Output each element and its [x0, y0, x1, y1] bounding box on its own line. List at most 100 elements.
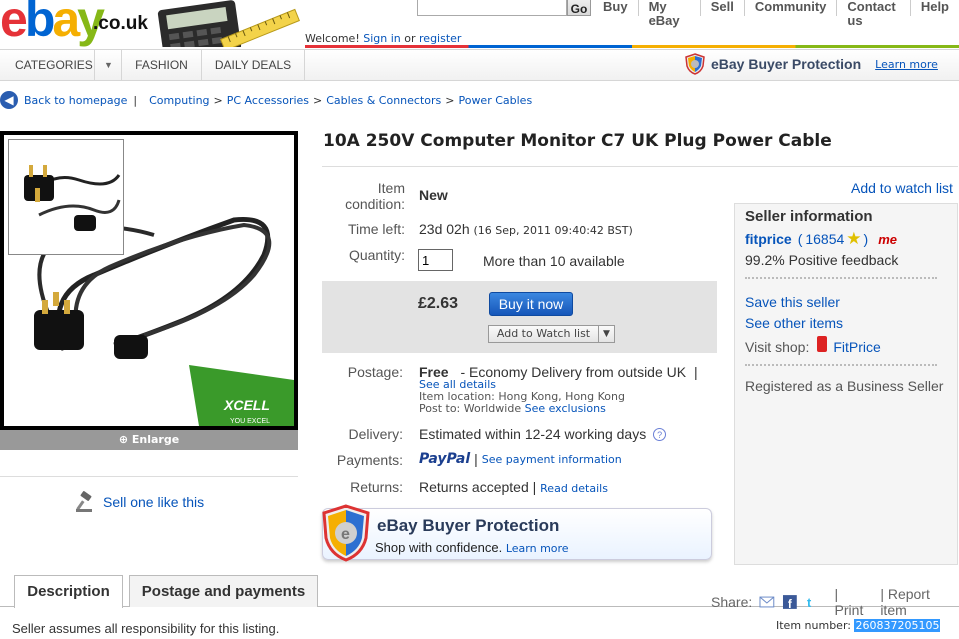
product-thumbnail[interactable]	[8, 139, 124, 255]
me-badge-icon[interactable]: me	[878, 232, 897, 247]
breadcrumb-item-cables-connectors[interactable]: Cables & Connectors	[326, 94, 441, 107]
shop-name-link[interactable]: FitPrice	[833, 339, 880, 355]
buyer-protection-header: eBay Buyer Protection Learn more	[685, 53, 938, 75]
tab-postage-payments[interactable]: Postage and payments	[129, 575, 318, 607]
daily-deals-tab[interactable]: DAILY DEALS	[202, 50, 305, 80]
enlarge-button[interactable]: ⊕ Enlarge	[0, 430, 298, 450]
tab-description[interactable]: Description	[14, 575, 123, 608]
buyer-protection-learn-more[interactable]: Learn more	[875, 58, 938, 71]
delivery-label: Delivery:	[348, 426, 403, 442]
shop-with-confidence: Shop with confidence.	[375, 540, 503, 555]
magnifier-icon: ⊕	[118, 433, 129, 446]
postage-details: See all details Item location: Hong Kong…	[419, 379, 625, 415]
nav-my-ebay[interactable]: My eBay	[637, 0, 700, 28]
thumbnail-image	[24, 165, 121, 231]
buyer-protection-label: eBay Buyer Protection	[711, 56, 862, 72]
welcome-message: Welcome! Sign in or register	[305, 32, 461, 45]
condition-label: Item condition:	[320, 180, 405, 212]
see-payment-info-link[interactable]: See payment information	[482, 453, 622, 466]
delivery-value: Estimated within 12-24 working days	[419, 426, 647, 442]
print-link[interactable]: | Print	[835, 586, 871, 618]
top-navigation: Buy My eBay Sell Community Contact us He…	[593, 0, 959, 28]
chevron-down-icon[interactable]: ▼	[598, 326, 614, 342]
svg-text:e: e	[341, 526, 350, 543]
ebay-logo[interactable]: ebay .co.uk	[0, 0, 150, 47]
seller-info-heading: Seller information	[745, 208, 873, 225]
returns-value: Returns accepted	[419, 479, 529, 495]
nav-buy[interactable]: Buy	[593, 0, 638, 16]
logo-letter-a: a	[52, 0, 80, 47]
quantity-input[interactable]	[418, 249, 453, 271]
see-exclusions-link[interactable]: See exclusions	[525, 402, 606, 415]
returns-label: Returns:	[350, 479, 403, 495]
availability-text: More than 10 available	[483, 253, 625, 269]
condition-label-line1: Item	[377, 180, 405, 196]
welcome-or: or	[404, 32, 416, 45]
search-go-button[interactable]: Go	[567, 0, 591, 16]
breadcrumb-separator: >	[445, 93, 455, 107]
sign-in-link[interactable]: Sign in	[363, 32, 401, 45]
register-link[interactable]: register	[419, 32, 461, 45]
report-item-link[interactable]: | Report item	[880, 586, 959, 618]
feedback-score-link[interactable]: 16854	[805, 231, 844, 247]
seller-name-link[interactable]: fitprice	[745, 231, 792, 247]
twitter-icon[interactable]: t	[805, 595, 821, 609]
buyer-protection-banner-subtitle: Shop with confidence. Learn more	[375, 540, 569, 555]
see-other-items-link[interactable]: See other items	[745, 315, 843, 331]
add-to-watch-list-link[interactable]: Add to watch list	[851, 180, 953, 196]
save-this-seller-link[interactable]: Save this seller	[745, 294, 840, 310]
nav-community[interactable]: Community	[743, 0, 837, 16]
time-left-value: 23d 02h (16 Sep, 2011 09:40:42 BST)	[419, 221, 633, 237]
add-to-watch-list-button[interactable]: Add to Watch list ▼	[488, 325, 615, 343]
welcome-prefix: Welcome!	[305, 32, 360, 45]
returns-pipe: |	[532, 479, 537, 495]
nav-contact-us[interactable]: Contact us	[836, 0, 909, 28]
time-left-duration: 23d 02h	[419, 221, 470, 237]
business-seller-note: Registered as a Business Seller	[745, 378, 944, 394]
facebook-icon[interactable]: f	[782, 595, 798, 609]
back-to-homepage-link[interactable]: Back to homepage	[24, 94, 127, 107]
fashion-tab[interactable]: FASHION	[122, 50, 202, 80]
item-number-label: Item number:	[776, 619, 851, 632]
breadcrumb-item-power-cables[interactable]: Power Cables	[458, 94, 532, 107]
delivery-info: Estimated within 12-24 working days ?	[419, 426, 667, 442]
payments-info: PayPal | See payment information	[419, 451, 622, 467]
breadcrumb-item-pc-accessories[interactable]: PC Accessories	[227, 94, 309, 107]
listing-title: 10A 250V Computer Monitor C7 UK Plug Pow…	[323, 131, 832, 151]
svg-text:t: t	[807, 595, 812, 609]
item-number-value[interactable]: 260837205105	[854, 619, 941, 632]
read-details-link[interactable]: Read details	[540, 482, 608, 495]
back-arrow-icon[interactable]: ◀	[0, 91, 18, 109]
search-input[interactable]	[417, 0, 567, 16]
paypal-logo: PayPal	[419, 451, 471, 467]
share-label: Share:	[711, 594, 753, 610]
condition-value: New	[419, 187, 448, 203]
seller-divider	[745, 277, 937, 279]
title-divider	[322, 166, 958, 167]
breadcrumb-separator: >	[213, 93, 223, 107]
add-to-watch-list-label: Add to Watch list	[496, 327, 591, 340]
breadcrumb-separator: >	[313, 93, 323, 107]
buyer-protection-banner-title: eBay Buyer Protection	[377, 516, 560, 535]
seller-responsibility-note: Seller assumes all responsibility for th…	[12, 621, 280, 636]
calculator-ruler-banner-image	[157, 0, 300, 47]
nav-help[interactable]: Help	[909, 0, 959, 16]
buyer-protection-banner-learn-more[interactable]: Learn more	[506, 542, 569, 555]
email-icon[interactable]	[759, 595, 775, 609]
visit-shop-label: Visit shop:	[745, 339, 810, 355]
categories-menu-button[interactable]: CATEGORIES ▼	[0, 50, 122, 80]
item-number: Item number: 260837205105	[776, 619, 941, 632]
feedback-close-paren: )	[863, 231, 869, 247]
help-icon[interactable]: ?	[653, 428, 667, 441]
quantity-label: Quantity:	[348, 247, 405, 263]
sell-one-like-this[interactable]: Sell one like this	[0, 476, 298, 513]
buy-it-now-button[interactable]: Buy it now	[489, 292, 573, 316]
breadcrumb-item-computing[interactable]: Computing	[149, 94, 209, 107]
visit-shop-row: Visit shop: FitPrice	[745, 336, 881, 355]
seller-id-row: fitprice ( 16854 ★ ) me	[745, 229, 897, 249]
sell-one-label: Sell one like this	[103, 494, 205, 510]
seller-divider	[745, 364, 937, 366]
nav-sell[interactable]: Sell	[699, 0, 744, 16]
svg-text:f: f	[788, 597, 792, 609]
enlarge-label: Enlarge	[131, 433, 180, 446]
